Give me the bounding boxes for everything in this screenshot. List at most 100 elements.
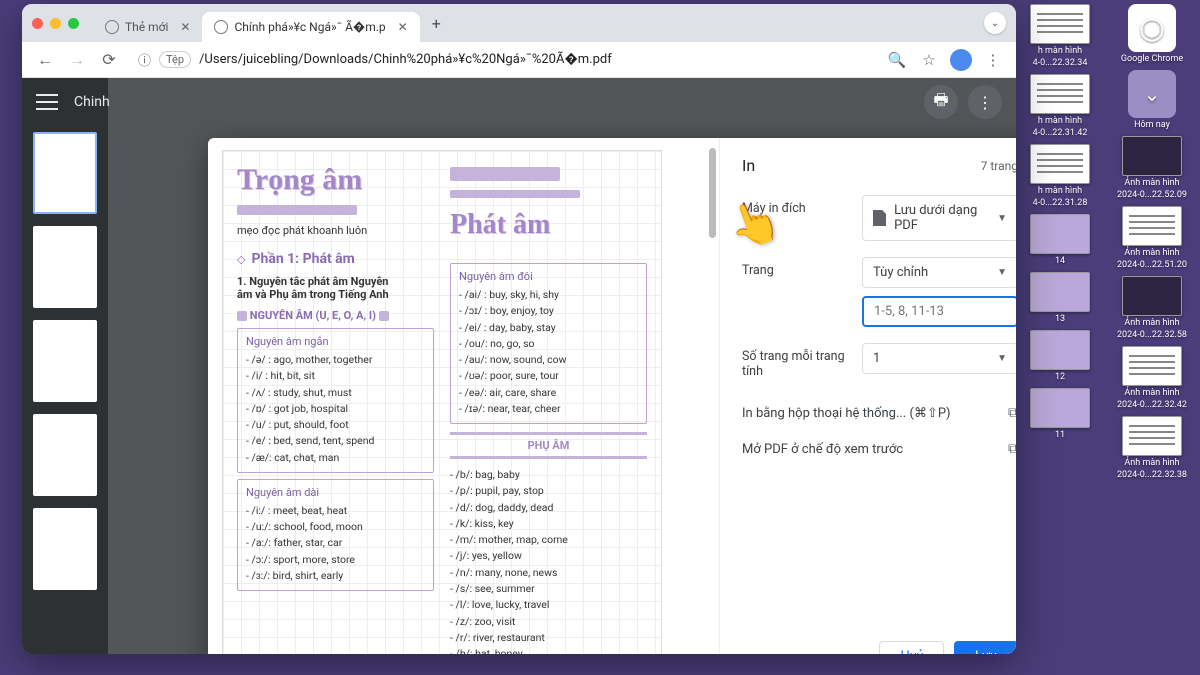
print-preview: Trọng âm mẹo đọc phát khoanh luôn ◇Phần … [208, 138, 720, 654]
phonetic-item: - /ɜ:/: bird, shirt, early [246, 568, 425, 584]
phonetic-item: - /ai/ : buy, sky, hi, shy [459, 287, 638, 303]
open-external-icon: ⧉ [1008, 405, 1016, 421]
phonetic-item: - /ʊə/: poor, sure, tour [459, 368, 638, 384]
minimize-window[interactable] [50, 18, 61, 29]
close-window[interactable] [32, 18, 43, 29]
phonetic-item: - /ɪə/: near, tear, cheer [459, 401, 638, 417]
doc-title: Trọng âm [237, 163, 434, 197]
phonetic-item: - /u/ : put, should, foot [246, 417, 425, 433]
phonetic-item: - /r/: river, restaurant [450, 630, 647, 646]
desktop-file[interactable]: Ảnh màn hình2024-0...22.32.38 [1112, 416, 1192, 480]
close-tab-icon[interactable]: ✕ [398, 20, 408, 34]
desktop-file[interactable]: Ảnh màn hình2024-0...22.51.20 [1112, 206, 1192, 270]
phonetic-item: - /l/: love, lucky, travel [450, 597, 647, 613]
chevron-down-icon: ▼ [997, 213, 1007, 224]
menu-icon[interactable]: ⋮ [980, 47, 1006, 73]
today-widget[interactable]: ⌄Hôm nay [1112, 70, 1192, 130]
pdf-title: Chinh [74, 94, 110, 110]
desktop-file[interactable]: h màn hình4-0...22.31.42 [1020, 74, 1100, 138]
globe-icon [214, 20, 228, 34]
more-button[interactable]: ⋮ [968, 85, 1002, 119]
desktop-file[interactable]: h màn hình4-0...22.31.28 [1020, 144, 1100, 208]
zoom-icon[interactable]: 🔍 [884, 47, 910, 73]
close-tab-icon[interactable]: ✕ [180, 20, 190, 34]
tab-new[interactable]: Thẻ mới✕ [93, 12, 202, 42]
desktop-file[interactable]: h màn hình4-0...22.32.34 [1020, 4, 1100, 68]
phonetic-item: - /ei/ : day, baby, stay [459, 320, 638, 336]
phonetic-item: - /eə/: air, care, share [459, 385, 638, 401]
print-button[interactable]: 🖶 [924, 85, 958, 119]
titlebar: Thẻ mới✕ Chính phá»¥c Ngá»¯ Ã�m.p✕ + ⌄ [22, 4, 1016, 42]
phonetic-item: - /k/: kiss, key [450, 516, 647, 532]
bookmark-icon[interactable]: ☆ [916, 47, 942, 73]
tabs-dropdown[interactable]: ⌄ [984, 12, 1006, 34]
phonetic-item: - /b/: bag, baby [450, 467, 647, 483]
phonetic-item: - /i:/ : meet, beat, heat [246, 503, 425, 519]
phonetic-item: - /ʌ/ : study, shut, must [246, 385, 425, 401]
page-thumb[interactable] [33, 320, 97, 402]
phonetic-item: - /e/ : bed, send, tent, spend [246, 433, 425, 449]
phonetic-item: - /d/: dog, daddy, dead [450, 500, 647, 516]
reload-button[interactable]: ⟳ [96, 47, 122, 73]
save-button[interactable]: Lưu [954, 641, 1016, 654]
phonetic-item: - /ɔ:/: sport, more, store [246, 552, 425, 568]
system-dialog-link[interactable]: In bằng hộp thoại hệ thống... (⌘⇧P) ⧉ [742, 395, 1016, 431]
chevron-down-icon: ▼ [997, 353, 1007, 364]
forward-button[interactable]: → [64, 47, 90, 73]
cancel-button[interactable]: Huỷ [879, 641, 944, 654]
file-icon [873, 210, 886, 226]
chrome-app[interactable]: ◉Google Chrome [1112, 4, 1192, 64]
desktop-file[interactable]: Ảnh màn hình2024-0...22.32.42 [1112, 346, 1192, 410]
phonetic-item: - /au/: now, sound, cow [459, 352, 638, 368]
pages-per-sheet-select[interactable]: 1 ▼ [862, 343, 1016, 374]
phonetic-item: - /ou/: no, go, so [459, 336, 638, 352]
toolbar: ← → ⟳ ⓘ Tệp /Users/juicebling/Downloads/… [22, 42, 1016, 78]
file-chip: Tệp [159, 51, 191, 68]
desktop-file[interactable]: 12 [1020, 330, 1100, 382]
tagline: mẹo đọc phát khoanh luôn [237, 224, 434, 237]
page-thumb[interactable] [33, 508, 97, 590]
new-tab-button[interactable]: + [428, 10, 445, 37]
page-thumb[interactable] [33, 226, 97, 308]
maximize-window[interactable] [68, 18, 79, 29]
page-thumb[interactable] [33, 132, 97, 214]
back-button[interactable]: ← [32, 47, 58, 73]
phonetic-item: - /ɒ/ : got job, hospital [246, 401, 425, 417]
address-bar[interactable]: ⓘ Tệp /Users/juicebling/Downloads/Chinh%… [128, 50, 878, 69]
pages-range-input[interactable] [862, 296, 1016, 327]
phonetic-item: - /p/: pupil, pay, stop [450, 483, 647, 499]
pages-label: Trang [742, 257, 852, 278]
destination-select[interactable]: Lưu dưới dạng PDF ▼ [862, 195, 1016, 241]
phonetic-item: - /z/: zoo, visit [450, 614, 647, 630]
desktop-file[interactable]: 14 [1020, 214, 1100, 266]
page-count: 7 trang [981, 159, 1016, 173]
desktop-file[interactable]: Ảnh màn hình2024-0...22.32.58 [1112, 276, 1192, 340]
tab-pdf[interactable]: Chính phá»¥c Ngá»¯ Ã�m.p✕ [202, 12, 419, 42]
pdf-toolbar: Chinh 🖶 ⋮ [22, 78, 1016, 126]
phonetic-item: - /u:/: school, food, moon [246, 519, 425, 535]
consonant-header: PHỤ ÂM [450, 432, 647, 459]
hamburger-icon[interactable] [36, 94, 58, 110]
phonetic-item: - /ɔɪ/ : boy, enjoy, toy [459, 303, 638, 319]
profile-icon[interactable] [948, 47, 974, 73]
chevron-down-icon: ▼ [997, 267, 1007, 278]
desktop-file[interactable]: 13 [1020, 272, 1100, 324]
pages-per-sheet-label: Số trang mỗi trang tính [742, 343, 852, 379]
thumbnail-sidebar [22, 78, 108, 654]
phonetic-item: - /æ/: cat, chat, man [246, 450, 425, 466]
section-heading: Phần 1: Phát âm [251, 251, 354, 267]
page-thumb[interactable] [33, 414, 97, 496]
phonetic-item: - /a:/: father, star, car [246, 535, 425, 551]
desktop-file[interactable]: Ảnh màn hình2024-0...22.52.09 [1112, 136, 1192, 200]
phonetic-item: - /h/: hat, honey [450, 646, 647, 654]
phonetic-item: - /i/ : hit, bit, sit [246, 368, 425, 384]
phonetic-item: - /n/: many, none, news [450, 565, 647, 581]
scrollbar[interactable] [709, 148, 716, 238]
open-preview-link[interactable]: Mở PDF ở chế độ xem trước ⧉ [742, 431, 1016, 467]
desktop-file[interactable]: 11 [1020, 388, 1100, 440]
doc-subtitle: Phát âm [450, 209, 647, 241]
phonetic-item: - /m/: mother, map, come [450, 532, 647, 548]
pages-mode-select[interactable]: Tùy chỉnh ▼ [862, 257, 1016, 288]
chrome-window: Thẻ mới✕ Chính phá»¥c Ngá»¯ Ã�m.p✕ + ⌄ ←… [22, 4, 1016, 654]
phonetic-item: - /ə/ : ago, mother, together [246, 352, 425, 368]
